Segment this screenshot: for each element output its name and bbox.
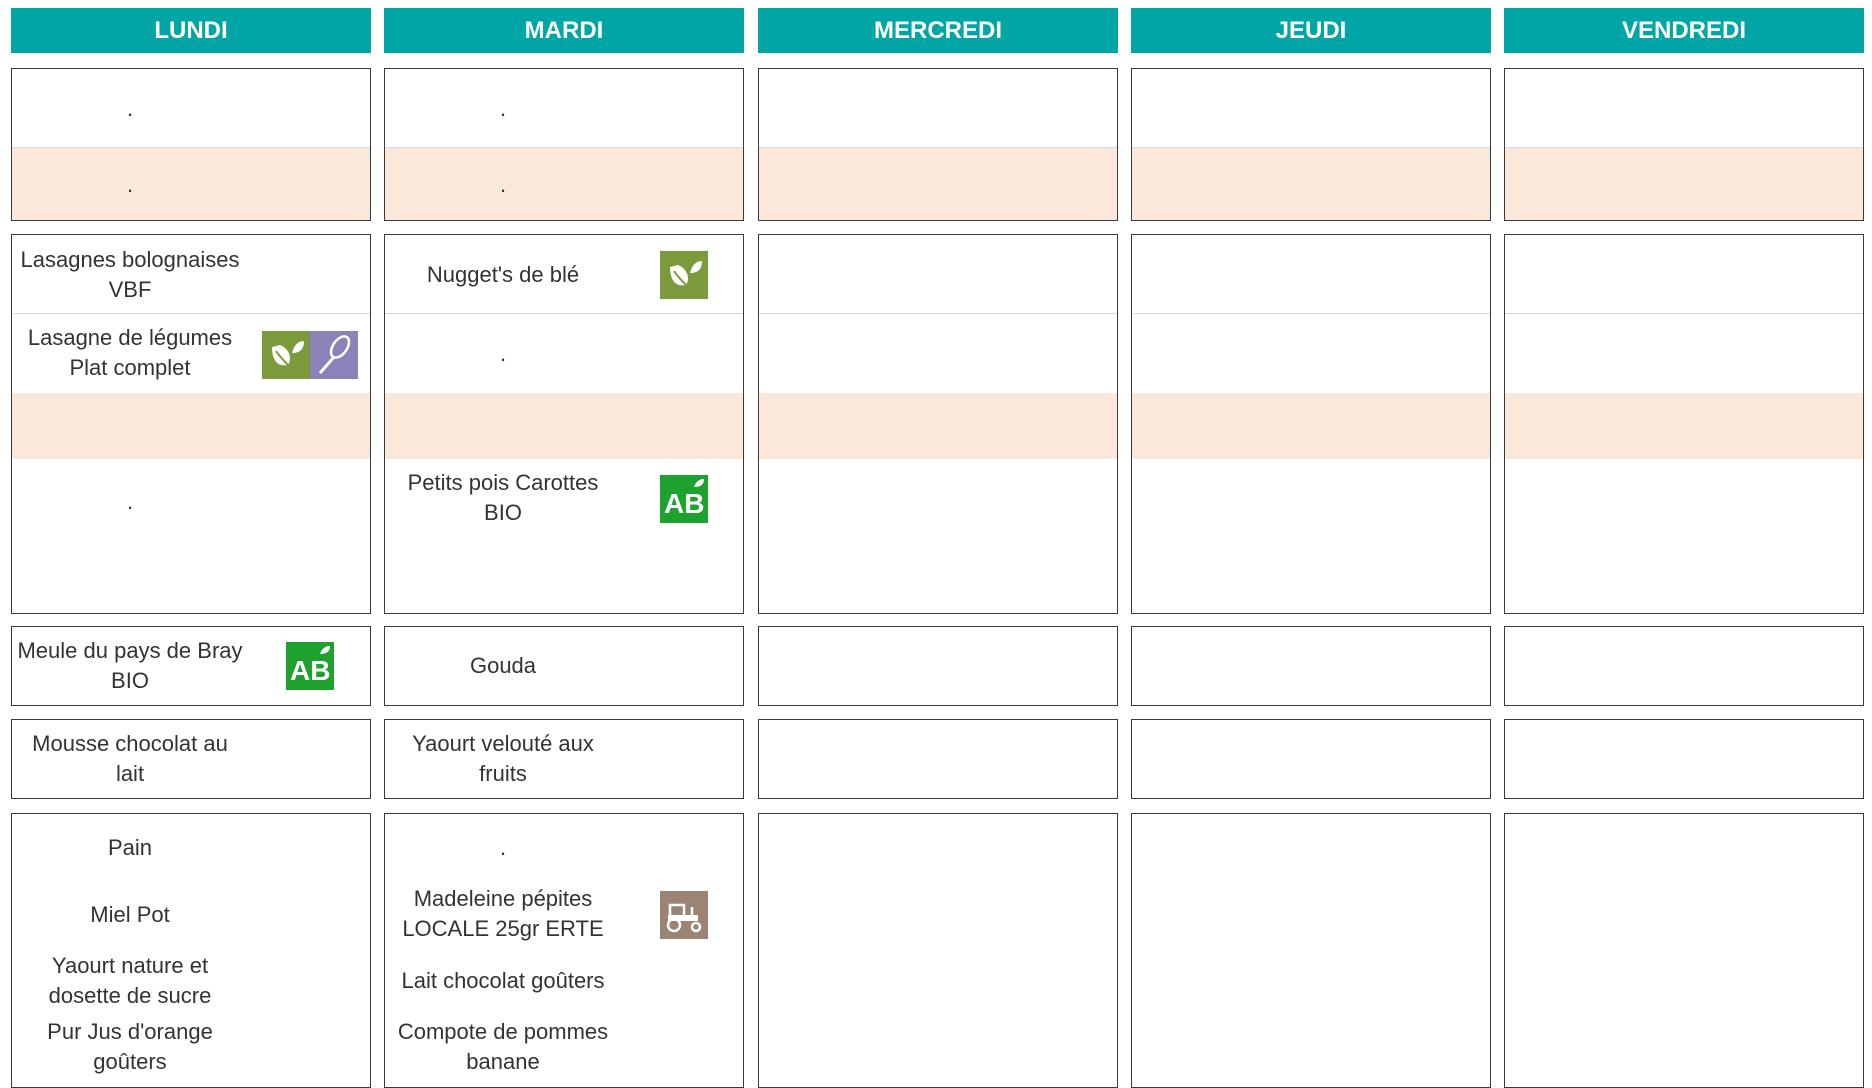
plat-box: Lasagnes bolognaises VBF Lasagne de légum… — [11, 234, 371, 614]
fromage-box — [1504, 626, 1864, 706]
plat-box — [1131, 234, 1491, 614]
gouter-box — [1131, 813, 1491, 1088]
entree-box: . . — [11, 68, 371, 221]
gouter-item: . — [499, 835, 507, 860]
svg-text:AB: AB — [290, 655, 330, 686]
fromage-box: Gouda — [384, 626, 744, 706]
plat-box — [1504, 234, 1864, 614]
dessert-box — [758, 719, 1118, 799]
whisk-icon — [310, 331, 358, 379]
day-header-mercredi: MERCREDI — [758, 8, 1118, 53]
day-header-jeudi: JEUDI — [1131, 8, 1491, 53]
fromage-box — [758, 626, 1118, 706]
gouter-item: Madeleine pépites LOCALE 25gr ERTE — [402, 886, 604, 941]
dessert-box: Yaourt velouté aux fruits — [384, 719, 744, 799]
day-header-lundi: LUNDI — [11, 8, 371, 53]
entree-box — [1504, 68, 1864, 221]
plat-item: Lasagnes bolognaises VBF — [20, 247, 240, 302]
fromage-box: Meule du pays de Bray BIO AB — [11, 626, 371, 706]
ab-bio-icon: AB — [286, 642, 334, 690]
tractor-icon — [660, 891, 708, 939]
fromage-box — [1131, 626, 1491, 706]
gouter-box — [758, 813, 1118, 1088]
leaf-icon — [262, 331, 310, 379]
accompagnement-item: Petits pois Carottes BIO — [407, 470, 599, 525]
gouter-box: Pain Miel Pot Yaourt nature et dosette de… — [11, 813, 371, 1088]
day-header-mardi: MARDI — [384, 8, 744, 53]
fromage-item: Gouda — [469, 653, 537, 678]
entree-item: . — [499, 96, 507, 121]
plat-box — [758, 234, 1118, 614]
dessert-box — [1504, 719, 1864, 799]
plat-box: Nugget's de blé . Petits pois Carottes BI… — [384, 234, 744, 614]
day-header-vendredi: VENDREDI — [1504, 8, 1864, 53]
gouter-item: Pain — [107, 835, 153, 860]
dessert-box — [1131, 719, 1491, 799]
entree-item: . — [126, 172, 134, 197]
gouter-box: . Madeleine pépites LOCALE 25gr ERTE Lait… — [384, 813, 744, 1088]
dessert-item: Yaourt velouté aux fruits — [412, 731, 594, 786]
plat-item: . — [499, 341, 507, 366]
plat-item: Lasagne de légumes Plat complet — [27, 325, 233, 380]
dessert-box: Mousse chocolat au lait — [11, 719, 371, 799]
entree-box — [758, 68, 1118, 221]
fromage-item: Meule du pays de Bray BIO — [17, 638, 243, 693]
dessert-item: Mousse chocolat au lait — [32, 731, 228, 786]
gouter-box — [1504, 813, 1864, 1088]
svg-text:AB: AB — [664, 488, 704, 519]
plat-item: Nugget's de blé — [426, 262, 580, 287]
ab-bio-icon: AB — [660, 475, 708, 523]
entree-item: . — [126, 96, 134, 121]
entree-item: . — [499, 172, 507, 197]
leaf-icon — [660, 251, 708, 299]
entree-box — [1131, 68, 1491, 221]
gouter-item: Miel Pot — [90, 902, 170, 927]
accompagnement-item: . — [126, 489, 134, 514]
gouter-item: Lait chocolat goûters — [401, 968, 605, 993]
gouter-item: Compote de pommes banane — [397, 1019, 609, 1074]
gouter-item: Pur Jus d'orange goûters — [47, 1019, 213, 1074]
entree-box: . . — [384, 68, 744, 221]
gouter-item: Yaourt nature et dosette de sucre — [48, 953, 212, 1008]
